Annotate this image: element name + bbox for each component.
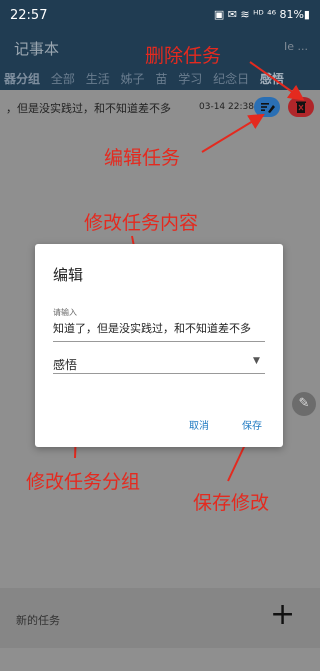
task-content-input[interactable]: 知道了，但是没实践过，和不知道差不多 <box>53 320 265 336</box>
save-button[interactable]: 保存 <box>242 417 262 432</box>
dialog-title: 编辑 <box>53 266 84 284</box>
add-task-button[interactable]: + <box>270 600 295 630</box>
cancel-button[interactable]: 取消 <box>189 417 209 432</box>
annotation-edit: 编辑任务 <box>104 147 181 169</box>
annotation-modify-group: 修改任务分组 <box>26 471 141 493</box>
input-underline <box>53 341 265 342</box>
annotation-save: 保存修改 <box>193 492 270 514</box>
floating-edit-button[interactable]: ✎ <box>292 392 316 416</box>
new-task-input[interactable]: 新的任务 <box>16 612 60 628</box>
edit-dialog: 编辑 请输入 知道了，但是没实践过，和不知道差不多 感悟 ▼ 取消 保存 <box>35 244 283 447</box>
pencil-icon: ✎ <box>298 396 310 411</box>
annotation-modify-content: 修改任务内容 <box>84 212 199 234</box>
dropdown-arrow-icon[interactable]: ▼ <box>253 356 260 366</box>
system-nav-bar <box>0 648 320 671</box>
select-underline <box>53 373 265 374</box>
group-select[interactable]: 感悟 <box>53 356 77 373</box>
new-task-bar: 新的任务 + <box>0 588 320 648</box>
annotation-delete: 删除任务 <box>145 45 222 67</box>
input-label: 请输入 <box>53 308 77 317</box>
